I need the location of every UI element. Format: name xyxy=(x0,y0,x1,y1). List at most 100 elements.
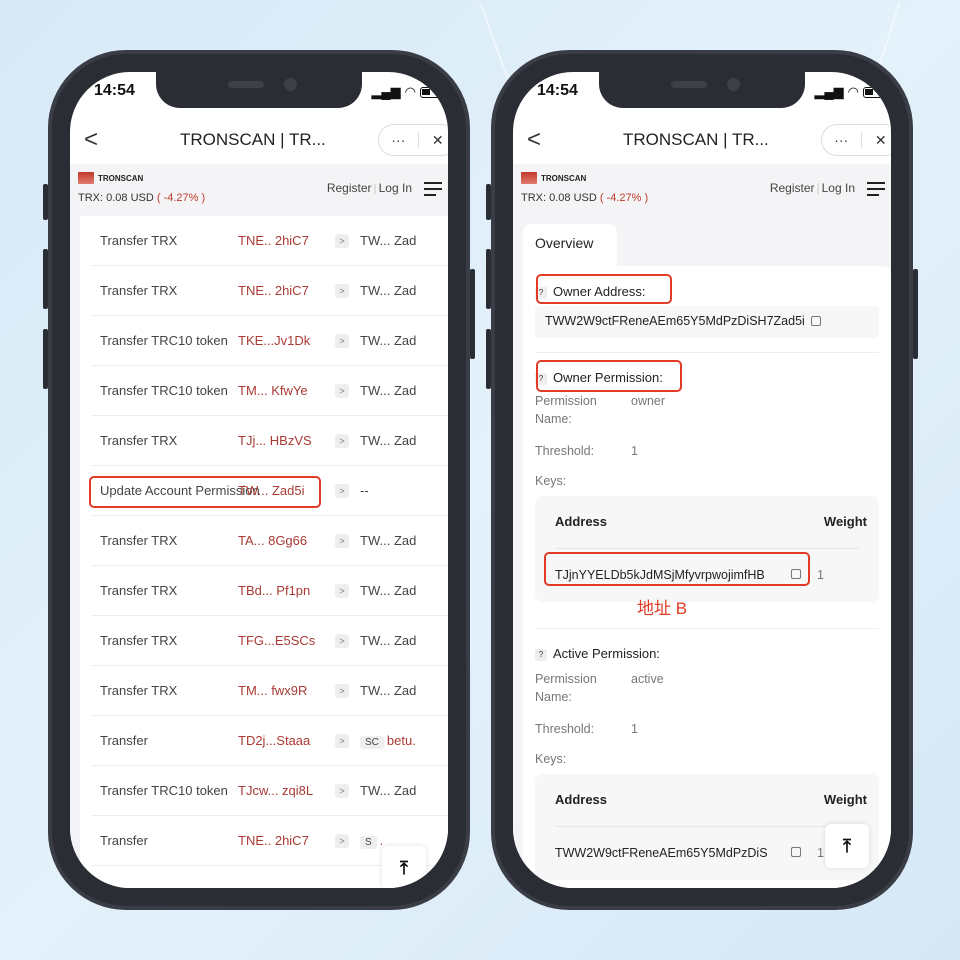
register-link[interactable]: Register xyxy=(770,181,815,195)
arrow-icon: > xyxy=(335,383,349,398)
to-address: TW... Zad xyxy=(360,383,416,398)
to-address-link[interactable]: TW... Zad xyxy=(360,283,416,298)
right-phone: 14:54 ▂▄▆ ◠ < TRONSCAN | TR... ··· ✕ TRONS… xyxy=(486,50,918,910)
key-address[interactable]: TWW2W9ctFReneAEm65Y5MdPzDiS xyxy=(555,846,785,860)
help-icon[interactable]: ? xyxy=(535,649,547,661)
site-header: TRONSCAN TRX: 0.08 USD ( -4.27% ) Regist… xyxy=(70,164,448,216)
tx-type: Transfer TRX xyxy=(100,283,178,298)
from-address-link[interactable]: TD2j...Staaa xyxy=(238,733,310,748)
back-button[interactable]: < xyxy=(527,126,541,154)
table-row[interactable]: Transfer TRX TA... 8Gg66 > TW... Zad xyxy=(92,516,448,566)
table-row[interactable]: Transfer TRX TFG...E5SCs > TW... Zad xyxy=(92,616,448,666)
tx-type: Transfer TRX xyxy=(100,433,178,448)
to-address-link[interactable]: TW... Zad xyxy=(360,783,416,798)
table-row[interactable]: Transfer TRC10 token TKE...Jv1Dk > TW... Za… xyxy=(92,316,448,366)
from-address-link[interactable]: TNE.. 2hiC7 xyxy=(238,283,309,298)
nav-bar: < TRONSCAN | TR... ··· ✕ xyxy=(70,120,448,164)
to-address: TW... Zad xyxy=(360,633,416,648)
to-address-link[interactable]: TW... Zad xyxy=(360,333,416,348)
back-button[interactable]: < xyxy=(84,126,98,154)
close-button[interactable]: ✕ xyxy=(862,132,892,149)
table-row[interactable]: Transfer TRX TNE.. 2hiC7 > TW... Zad xyxy=(92,216,448,266)
more-button[interactable]: ··· xyxy=(379,132,418,148)
menu-icon[interactable] xyxy=(424,182,442,200)
table-row[interactable]: Transfer TRX TJj... HBzVS > TW... Zad xyxy=(92,416,448,466)
arrow-icon: > xyxy=(335,833,349,848)
key-weight: 1 xyxy=(817,568,824,582)
logo-icon xyxy=(521,172,537,184)
tab-overview[interactable]: Overview xyxy=(523,224,617,266)
highlight-key-address xyxy=(544,552,810,586)
col-weight: Weight xyxy=(823,792,867,807)
to-address-link[interactable]: -- xyxy=(360,483,369,498)
copy-icon[interactable] xyxy=(810,316,821,326)
to-address: TW... Zad xyxy=(360,283,416,298)
permission-name-key: Permission Name: active xyxy=(535,672,664,704)
from-address-link[interactable]: TJj... HBzVS xyxy=(238,433,312,448)
to-address: TW... Zad xyxy=(360,233,416,248)
keys-label: Keys: xyxy=(535,752,567,766)
table-row[interactable]: Transfer TRX TBd... Pf1pn > TW... Zad xyxy=(92,566,448,616)
to-address-link[interactable]: TW... Zad xyxy=(360,683,416,698)
permission-name-key: Permission Name: owner xyxy=(535,394,666,426)
to-address-link[interactable]: TW... Zad xyxy=(360,433,416,448)
tronscan-logo[interactable]: TRONSCAN xyxy=(78,172,143,184)
login-link[interactable]: Log In xyxy=(822,181,855,195)
table-row[interactable]: Transfer TRC10 token TJcw... zqi8L > TW... … xyxy=(92,766,448,816)
to-address: TW... Zad xyxy=(360,433,416,448)
mini-app-capsule: ··· ✕ xyxy=(821,124,891,156)
to-address: TW... Zad xyxy=(360,683,416,698)
tx-type: Transfer xyxy=(100,733,148,748)
from-address-link[interactable]: TBd... Pf1pn xyxy=(238,583,310,598)
to-address: TW... Zad xyxy=(360,583,416,598)
back-to-top-button[interactable]: ⤒ xyxy=(382,846,426,888)
to-address-link[interactable]: . xyxy=(380,833,384,848)
from-address-link[interactable]: TM... KfwYe xyxy=(238,383,308,398)
from-address-link[interactable]: TJcw... zqi8L xyxy=(238,783,313,798)
copy-icon[interactable] xyxy=(791,847,801,857)
status-icons: ▂▄▆ ◠ xyxy=(371,84,442,100)
highlight-owner-address xyxy=(536,274,672,304)
active-permission-label: ? Active Permission: xyxy=(535,646,660,661)
keys-label: Keys: xyxy=(535,474,567,488)
threshold-value: 1 xyxy=(631,444,638,458)
threshold-value: 1 xyxy=(631,722,638,736)
to-address-link[interactable]: TW... Zad xyxy=(360,633,416,648)
from-address-link[interactable]: TKE...Jv1Dk xyxy=(238,333,310,348)
col-address: Address xyxy=(555,792,608,807)
table-row[interactable]: Transfer TD2j...Staaa > SC betu. xyxy=(92,716,448,766)
to-address: TW... Zad xyxy=(360,783,416,798)
from-address-link[interactable]: TA... 8Gg66 xyxy=(238,533,307,548)
login-link[interactable]: Log In xyxy=(379,181,412,195)
menu-icon[interactable] xyxy=(867,182,885,200)
to-address-link[interactable]: TW... Zad xyxy=(360,233,416,248)
status-time: 14:54 xyxy=(94,82,135,99)
table-row[interactable]: Transfer TRX TM... fwx9R > TW... Zad xyxy=(92,666,448,716)
from-address-link[interactable]: TM... fwx9R xyxy=(238,683,307,698)
table-row[interactable]: Transfer TRX TNE.. 2hiC7 > TW... Zad xyxy=(92,266,448,316)
highlight-owner-permission xyxy=(536,360,682,392)
from-address-link[interactable]: TNE.. 2hiC7 xyxy=(238,233,309,248)
back-to-top-button[interactable]: ⤒ xyxy=(825,824,869,868)
to-address-link[interactable]: betu. xyxy=(387,733,416,748)
logo-icon xyxy=(78,172,94,184)
tx-type: Transfer TRX xyxy=(100,683,178,698)
to-address-link[interactable]: TW... Zad xyxy=(360,583,416,598)
signal-icon: ▂▄▆ xyxy=(814,84,844,99)
price-change: ( -4.27% ) xyxy=(156,192,206,204)
more-button[interactable]: ··· xyxy=(822,132,861,148)
to-address: -- xyxy=(360,483,369,498)
battery-icon xyxy=(863,86,885,98)
key-weight: 1 xyxy=(817,846,824,860)
to-address-link[interactable]: TW... Zad xyxy=(360,383,416,398)
to-address-link[interactable]: TW... Zad xyxy=(360,533,416,548)
from-address-link[interactable]: TFG...E5SCs xyxy=(238,633,315,648)
table-row[interactable]: Transfer TRC10 token TM... KfwYe > TW... Za… xyxy=(92,366,448,416)
status-time: 14:54 xyxy=(537,82,578,99)
permission-name-value: owner xyxy=(631,394,666,408)
from-address-link[interactable]: TNE.. 2hiC7 xyxy=(238,833,309,848)
arrow-icon: > xyxy=(335,633,349,648)
register-link[interactable]: Register xyxy=(327,181,372,195)
close-button[interactable]: ✕ xyxy=(419,132,449,149)
tronscan-logo[interactable]: TRONSCAN xyxy=(521,172,586,184)
